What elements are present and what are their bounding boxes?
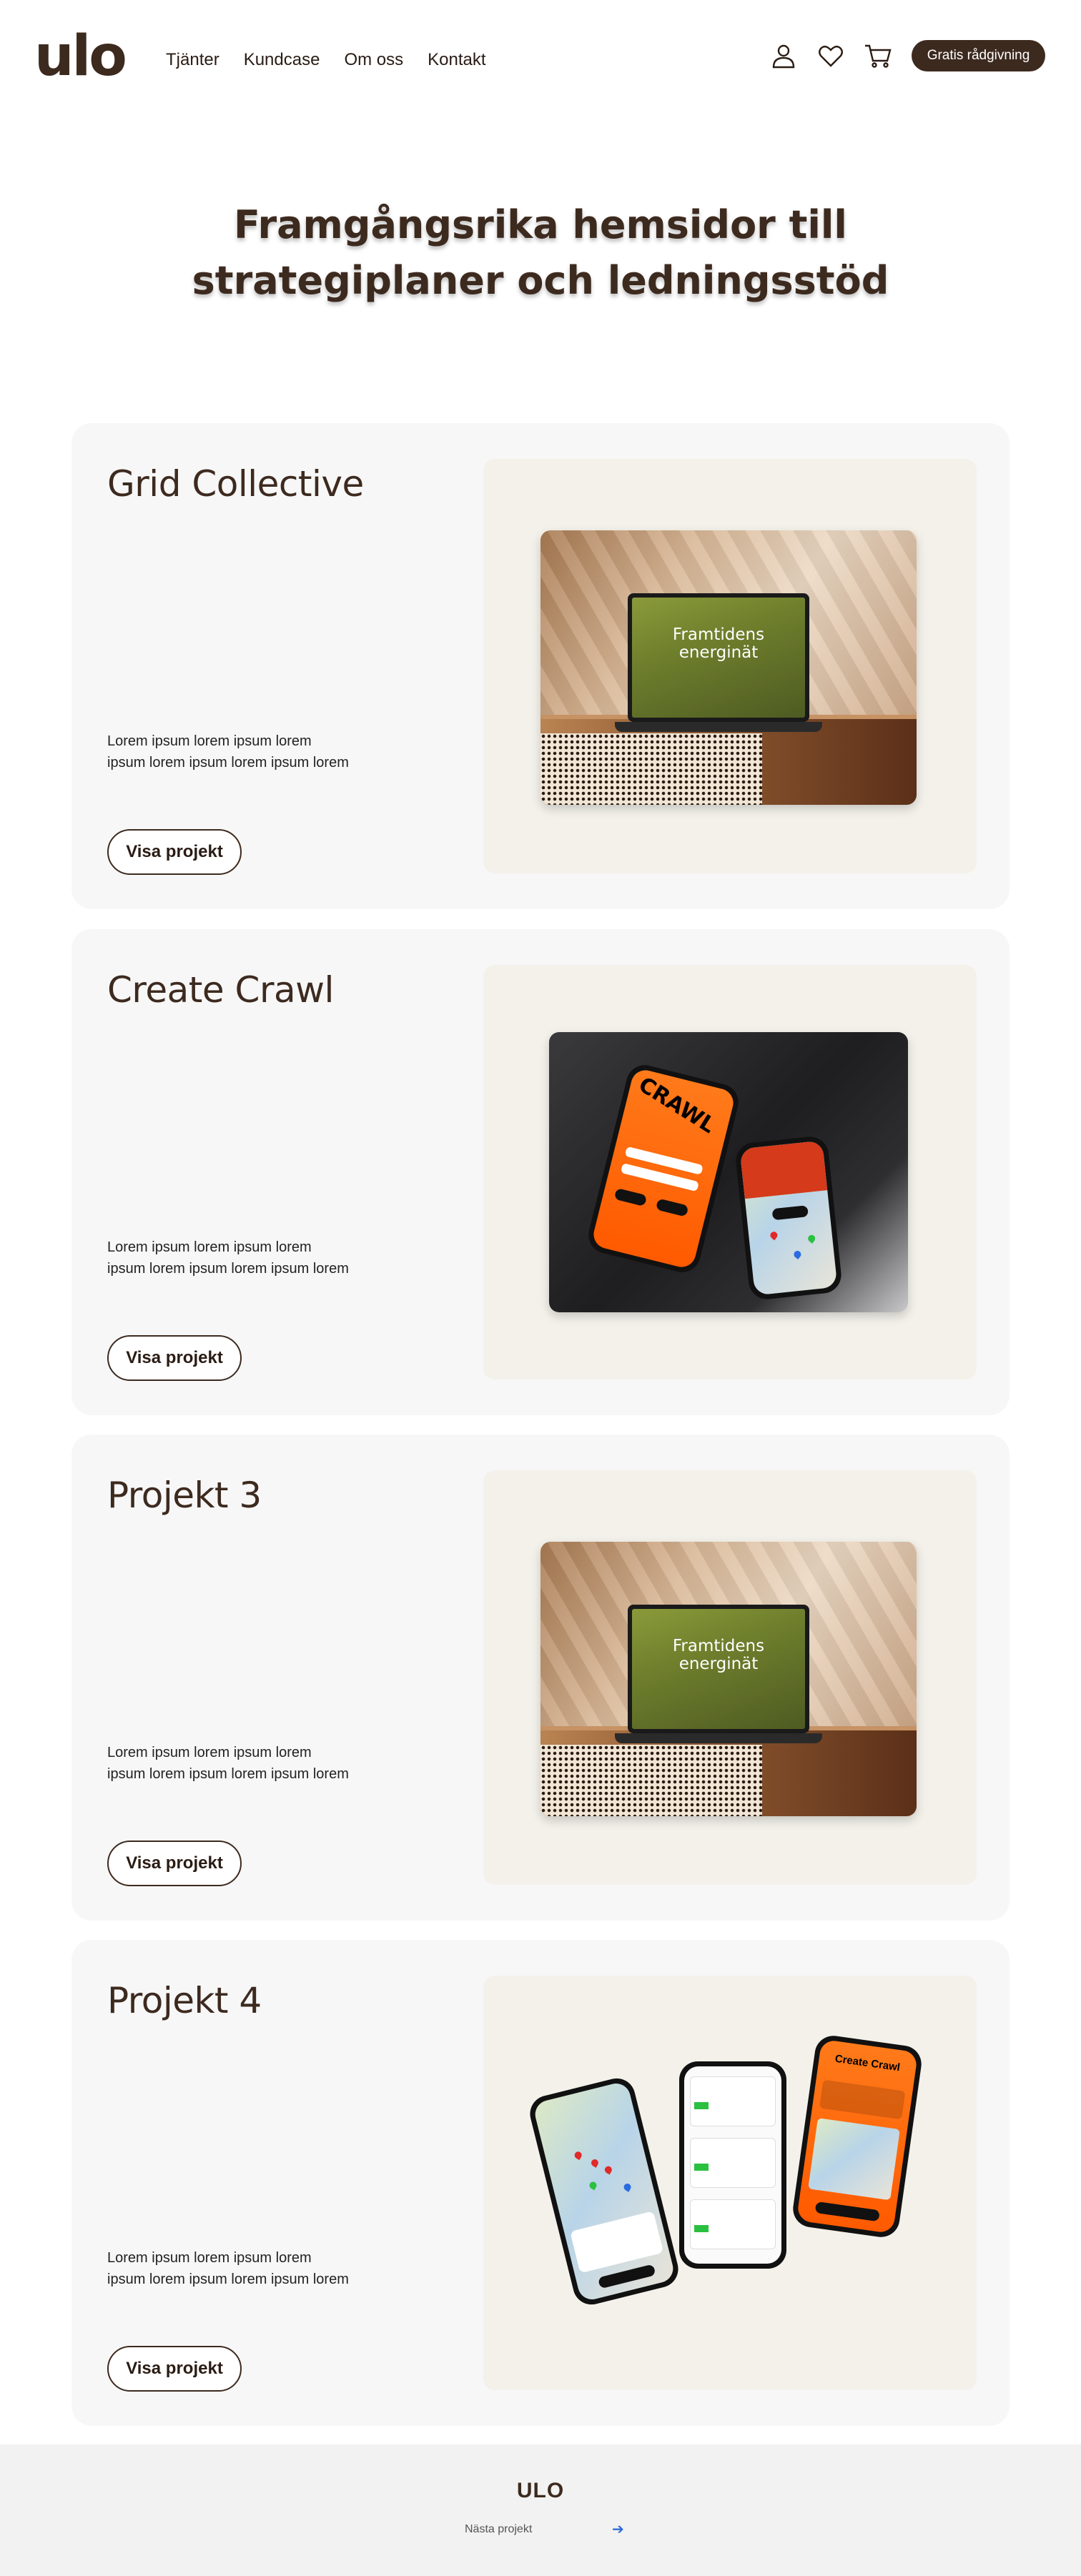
project-title: Create Crawl — [107, 969, 334, 1011]
project-description: Lorem ipsum lorem ipsum lorem ipsum lore… — [107, 1239, 349, 1277]
phone-map — [525, 2074, 683, 2309]
project-title: Grid Collective — [107, 463, 364, 505]
cart-icon[interactable] — [864, 41, 892, 70]
project-description: Lorem ipsum lorem ipsum lorem ipsum lore… — [107, 1745, 349, 1782]
free-consultation-button[interactable]: Gratis rådgivning — [912, 40, 1045, 71]
heart-icon[interactable] — [816, 41, 845, 70]
nav-item-kundcase[interactable]: Kundcase — [244, 49, 320, 71]
main-nav: Tjänter Kundcase Om oss Kontakt — [166, 49, 486, 71]
site-logo[interactable]: ulo — [34, 29, 127, 84]
user-icon[interactable] — [769, 41, 798, 70]
three-phones-image[interactable]: Create Crawl — [525, 2033, 927, 2326]
project-title: Projekt 4 — [107, 1980, 262, 2021]
project-description: Lorem ipsum lorem ipsum lorem ipsum lore… — [107, 733, 349, 771]
view-project-button[interactable]: Visa projekt — [107, 1335, 242, 1381]
nav-item-tjanter[interactable]: Tjänter — [166, 49, 219, 71]
project-card-create-crawl: Create Crawl Lorem ipsum lorem ipsum lor… — [71, 929, 1010, 1415]
header-icons — [769, 41, 892, 70]
phone-right — [734, 1134, 844, 1302]
project-media: Create Crawl — [483, 1976, 977, 2390]
site-footer: ULO Nästa projekt ➔ — [0, 2444, 1081, 2576]
project-media: CRAWL — [483, 965, 977, 1379]
page-title: Framgångsrika hemsidor till strategiplan… — [192, 202, 889, 303]
laptop-screen-headline: Framtidens energinät — [672, 1637, 765, 1673]
phone-list — [679, 2061, 786, 2269]
site-header: ulo Tjänter Kundcase Om oss Kontakt Grat… — [0, 0, 1081, 114]
project-card-grid-collective: Grid Collective Lorem ipsum lorem ipsum … — [71, 423, 1010, 909]
laptop-mockup-image[interactable]: Framtidens energinät — [540, 1542, 917, 1816]
project-media: Framtidens energinät — [483, 459, 977, 873]
laptop-screen: Framtidens energinät — [628, 1605, 809, 1733]
laptop-screen: Framtidens energinät — [628, 593, 809, 722]
nav-item-kontakt[interactable]: Kontakt — [428, 49, 485, 71]
project-media: Framtidens energinät — [483, 1470, 977, 1885]
view-project-button[interactable]: Visa projekt — [107, 829, 242, 875]
project-card-projekt-4: Projekt 4 Lorem ipsum lorem ipsum lorem … — [71, 1940, 1010, 2426]
phones-mockup-image[interactable]: CRAWL — [549, 1032, 908, 1312]
nav-item-om-oss[interactable]: Om oss — [344, 49, 403, 71]
phone-create-crawl: Create Crawl — [790, 2033, 924, 2240]
view-project-button[interactable]: Visa projekt — [107, 2346, 242, 2392]
laptop-screen-headline: Framtidens energinät — [672, 625, 765, 662]
next-project-link[interactable]: Nästa projekt — [465, 2523, 532, 2536]
crawl-logo-text: CRAWL — [633, 1071, 720, 1139]
arrow-right-icon[interactable]: ➔ — [612, 2520, 624, 2538]
project-card-projekt-3: Projekt 3 Lorem ipsum lorem ipsum lorem … — [71, 1435, 1010, 1921]
create-crawl-screen-title: Create Crawl — [834, 2052, 902, 2074]
project-title: Projekt 3 — [107, 1475, 262, 1516]
view-project-button[interactable]: Visa projekt — [107, 1841, 242, 1886]
project-description: Lorem ipsum lorem ipsum lorem ipsum lore… — [107, 2250, 349, 2287]
phone-left: CRAWL — [584, 1061, 743, 1277]
footer-logo[interactable]: ULO — [0, 2479, 1081, 2503]
laptop-mockup-image[interactable]: Framtidens energinät — [540, 530, 917, 805]
